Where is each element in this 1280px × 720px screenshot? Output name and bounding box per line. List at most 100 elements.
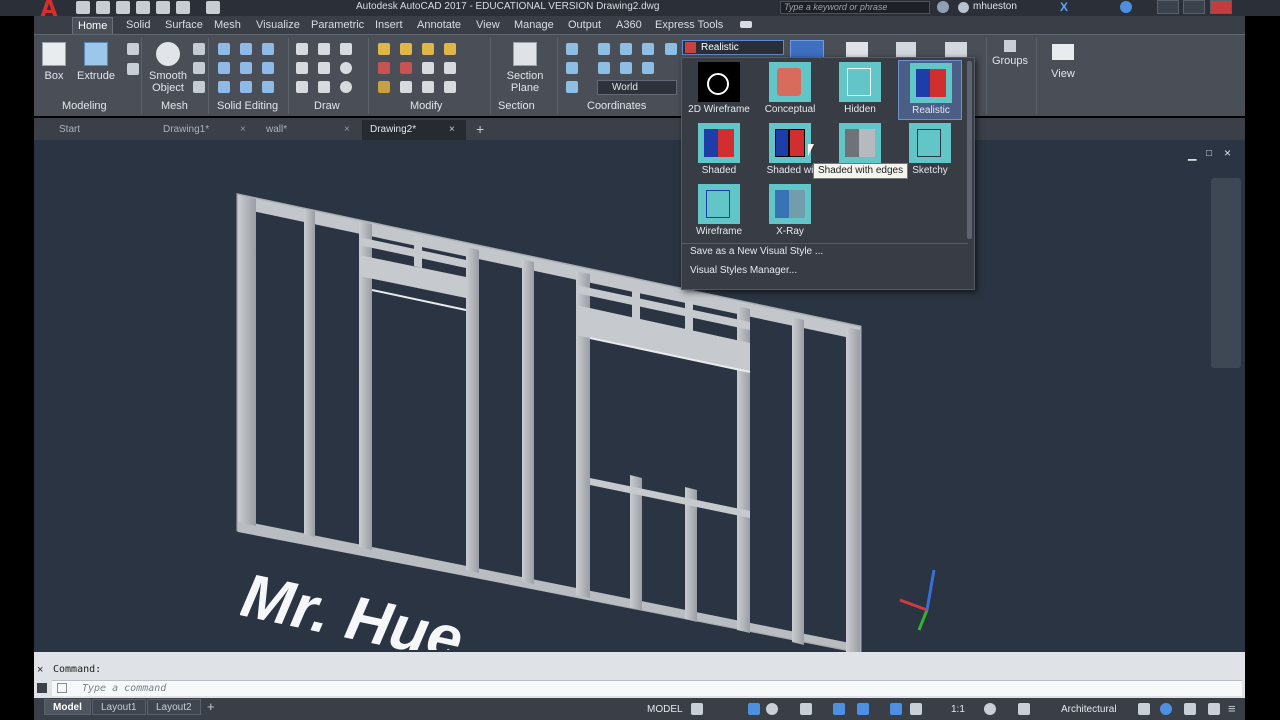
extrude-icon[interactable]: [84, 42, 108, 66]
properties-icon[interactable]: [945, 42, 967, 58]
visual-style-x-ray[interactable]: X-Ray: [758, 182, 822, 242]
erase-icon[interactable]: [378, 81, 390, 93]
tab-solid[interactable]: Solid: [126, 17, 150, 34]
user-icon[interactable]: [958, 2, 969, 13]
ucs-y-icon[interactable]: [620, 62, 632, 74]
ucs-origin-icon[interactable]: [598, 43, 610, 55]
visual-styles-manager-item[interactable]: Visual Styles Manager...: [690, 265, 797, 276]
layout-tab-layout1[interactable]: Layout1: [92, 699, 146, 715]
visual-style-wireframe[interactable]: Wireframe: [687, 182, 751, 242]
visual-style-dropdown[interactable]: Realistic: [682, 40, 784, 55]
polar-tracking-icon[interactable]: [766, 703, 778, 715]
panel-solid-editing[interactable]: Solid Editing: [217, 100, 278, 112]
auto-scale-icon[interactable]: [910, 703, 922, 715]
section-plane-icon[interactable]: [513, 42, 537, 66]
circle-icon[interactable]: [340, 62, 352, 74]
subtract-icon[interactable]: [218, 62, 230, 74]
view-tool-label[interactable]: View: [1043, 68, 1083, 80]
clean-screen-icon[interactable]: [1208, 703, 1220, 715]
new-layout-icon[interactable]: +: [207, 699, 215, 714]
tab-parametric[interactable]: Parametric: [311, 17, 364, 34]
tab-surface[interactable]: Surface: [165, 17, 203, 34]
tab-home[interactable]: Home: [72, 17, 114, 34]
open-file-icon[interactable]: [96, 1, 110, 14]
section-plane-tool-label[interactable]: Section Plane: [505, 70, 545, 94]
close-tab-icon[interactable]: ×: [344, 124, 350, 135]
save-icon[interactable]: [116, 1, 130, 14]
workspace-gear-icon[interactable]: [984, 703, 996, 715]
new-tab-icon[interactable]: +: [476, 121, 484, 137]
gallery-scrollbar[interactable]: [967, 61, 972, 239]
ucs-named-icon[interactable]: [566, 62, 578, 74]
ucs-world-dropdown[interactable]: World: [597, 80, 677, 95]
layout-tab-model[interactable]: Model: [44, 699, 91, 715]
tab-visualize[interactable]: Visualize: [256, 17, 300, 34]
fillet-edge-icon[interactable]: [240, 43, 252, 55]
save-as-new-visual-style-item[interactable]: Save as a New Visual Style ...: [690, 246, 823, 257]
3d-rotate-icon[interactable]: [444, 43, 456, 55]
close-tab-icon[interactable]: ×: [449, 124, 455, 135]
close-window-button[interactable]: [1210, 0, 1232, 14]
stretch-icon[interactable]: [400, 62, 412, 74]
visual-style-shaded[interactable]: Shaded: [687, 121, 751, 181]
ucs-x-icon[interactable]: [598, 62, 610, 74]
arc-icon[interactable]: [340, 43, 352, 55]
explode-icon[interactable]: [444, 81, 456, 93]
viewport-restore-icon[interactable]: □: [1206, 148, 1212, 159]
tab-view[interactable]: View: [476, 17, 500, 34]
help-search-input[interactable]: Type a keyword or phrase: [780, 1, 930, 14]
units-dropdown[interactable]: Architectural: [1061, 704, 1117, 715]
tab-mesh[interactable]: Mesh: [214, 17, 241, 34]
move-icon[interactable]: [378, 43, 390, 55]
ucs-z-icon[interactable]: [642, 62, 654, 74]
mirror-icon[interactable]: [444, 62, 456, 74]
user-sign-in[interactable]: mhueston: [973, 1, 1017, 12]
viewport-close-icon[interactable]: ×: [1224, 146, 1231, 160]
panel-draw[interactable]: Draw: [314, 100, 340, 112]
slice-icon[interactable]: [240, 62, 252, 74]
file-tab-drawing1[interactable]: Drawing1*: [163, 120, 209, 140]
3d-move-icon[interactable]: [422, 43, 434, 55]
save-as-icon[interactable]: [136, 1, 150, 14]
quick-properties-icon[interactable]: [1138, 703, 1150, 715]
rectangle-icon[interactable]: [318, 81, 330, 93]
tab-manage[interactable]: Manage: [514, 17, 554, 34]
tab-annotate[interactable]: Annotate: [417, 17, 461, 34]
thicken-icon[interactable]: [240, 81, 252, 93]
visual-style-realistic[interactable]: Realistic: [898, 60, 962, 120]
command-line-customize-icon[interactable]: [37, 683, 47, 693]
rotate-icon[interactable]: [400, 43, 412, 55]
groups-icon[interactable]: [1004, 40, 1016, 52]
file-tab-wall[interactable]: wall*: [266, 120, 287, 140]
visual-style-conceptual[interactable]: Conceptual: [758, 60, 822, 120]
copy-icon[interactable]: [422, 62, 434, 74]
panel-modify[interactable]: Modify: [410, 100, 442, 112]
separate-icon[interactable]: [262, 81, 274, 93]
line-icon[interactable]: [296, 43, 308, 55]
box-tool-label[interactable]: Box: [39, 70, 69, 82]
polyline-icon[interactable]: [318, 43, 330, 55]
navigation-bar[interactable]: [1211, 178, 1241, 368]
undo-icon[interactable]: [176, 1, 190, 14]
command-line-close-icon[interactable]: ×: [37, 664, 43, 676]
binoculars-icon[interactable]: [937, 1, 949, 13]
ucs-view-icon[interactable]: [642, 43, 654, 55]
ucs-world-icon[interactable]: [665, 43, 677, 55]
groups-tool-label[interactable]: Groups: [990, 55, 1030, 67]
hardware-acceleration-icon[interactable]: [1184, 703, 1196, 715]
tab-output[interactable]: Output: [568, 17, 601, 34]
mesh-refine-icon[interactable]: [193, 62, 205, 74]
panel-mesh[interactable]: Mesh: [161, 100, 188, 112]
ucs-3point-icon[interactable]: [566, 81, 578, 93]
new-file-icon[interactable]: [76, 1, 90, 14]
grid-icon[interactable]: [691, 703, 703, 715]
view-icon[interactable]: [1052, 44, 1074, 60]
intersect-icon[interactable]: [218, 81, 230, 93]
xline-icon[interactable]: [318, 62, 330, 74]
visual-style-hidden[interactable]: Hidden: [828, 60, 892, 120]
ortho-icon[interactable]: [748, 703, 760, 715]
isolate-objects-icon[interactable]: [1160, 703, 1172, 715]
tab-express-tools[interactable]: Express Tools: [655, 17, 723, 34]
insert-block-icon[interactable]: [896, 42, 916, 58]
layout-tab-layout2[interactable]: Layout2: [147, 699, 201, 715]
